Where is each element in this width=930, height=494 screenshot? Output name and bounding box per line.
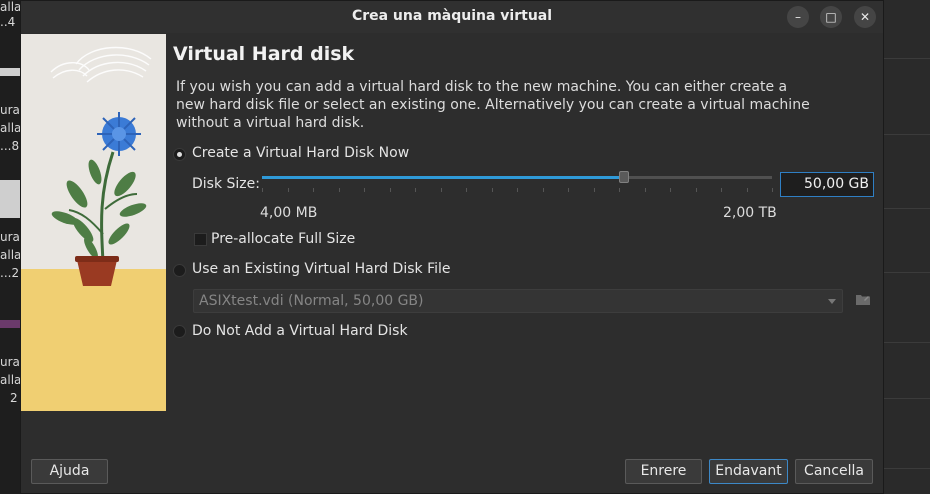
slider-tick bbox=[262, 188, 263, 192]
background-window-right bbox=[884, 0, 930, 494]
slider-tick bbox=[772, 188, 773, 192]
bg-divider bbox=[884, 208, 930, 209]
background-window-left: alla ..4 ura alla ...8 ura alla ...2 ura… bbox=[0, 0, 20, 494]
maximize-button[interactable]: □ bbox=[820, 6, 842, 28]
chevron-down-icon bbox=[828, 299, 836, 304]
slider-tick bbox=[440, 188, 442, 192]
existing-disk-select[interactable]: ASIXtest.vdi (Normal, 50,00 GB) bbox=[193, 289, 843, 313]
bg-text: alla bbox=[0, 121, 20, 135]
slider-tick bbox=[287, 188, 289, 192]
slider-tick bbox=[415, 188, 416, 192]
slider-tick bbox=[670, 188, 671, 192]
bg-text: 2 bbox=[10, 391, 18, 405]
slider-tick bbox=[313, 188, 314, 192]
disk-size-slider[interactable] bbox=[262, 176, 772, 179]
minimize-button[interactable]: – bbox=[787, 6, 809, 28]
slider-tick bbox=[721, 188, 722, 192]
bg-divider bbox=[884, 272, 930, 273]
bg-divider bbox=[884, 58, 930, 59]
bg-text: ..4 bbox=[0, 15, 16, 29]
bg-text: ...8 bbox=[0, 139, 20, 153]
bg-divider bbox=[884, 468, 930, 469]
bg-text: ura bbox=[0, 355, 20, 369]
slider-tick bbox=[619, 188, 620, 192]
disk-size-slider-handle[interactable] bbox=[619, 171, 630, 183]
bg-thumbnail bbox=[0, 68, 20, 76]
slider-tick bbox=[568, 188, 569, 192]
disk-size-label: Disk Size: bbox=[192, 176, 260, 192]
next-button[interactable]: Endavant bbox=[709, 459, 788, 484]
disk-size-input[interactable]: 50,00 GB bbox=[780, 172, 874, 197]
no-disk-label[interactable]: Do Not Add a Virtual Hard Disk bbox=[192, 323, 408, 339]
help-button[interactable]: Ajuda bbox=[31, 459, 108, 484]
bg-thumbnail bbox=[0, 180, 20, 218]
slider-tick bbox=[517, 188, 518, 192]
slider-tick bbox=[746, 188, 748, 192]
slider-tick bbox=[542, 188, 544, 192]
bg-divider bbox=[884, 398, 930, 399]
preallocate-label[interactable]: Pre-allocate Full Size bbox=[211, 231, 355, 247]
slider-tick bbox=[466, 188, 467, 192]
slider-tick bbox=[644, 188, 646, 192]
create-disk-radio[interactable] bbox=[173, 148, 186, 161]
no-disk-radio[interactable] bbox=[173, 325, 186, 338]
folder-icon[interactable] bbox=[856, 293, 870, 305]
disk-size-max-label: 2,00 TB bbox=[723, 205, 777, 221]
bg-divider bbox=[884, 342, 930, 343]
wizard-illustration bbox=[21, 34, 166, 411]
title-bar[interactable]: Crea una màquina virtual – □ ✕ bbox=[21, 1, 883, 33]
bg-divider bbox=[884, 134, 930, 135]
bg-text: alla bbox=[0, 0, 20, 14]
use-existing-label[interactable]: Use an Existing Virtual Hard Disk File bbox=[192, 261, 451, 277]
disk-size-min-label: 4,00 MB bbox=[260, 205, 318, 221]
existing-disk-value: ASIXtest.vdi (Normal, 50,00 GB) bbox=[199, 293, 424, 309]
slider-tick bbox=[695, 188, 697, 192]
create-vm-dialog: Crea una màquina virtual – □ ✕ Virtual H… bbox=[20, 0, 884, 494]
bg-text: ura bbox=[0, 103, 20, 117]
bg-text: alla bbox=[0, 373, 20, 387]
slider-tick bbox=[389, 188, 391, 192]
bg-text: ...2 bbox=[0, 266, 20, 280]
window-title: Crea una màquina virtual bbox=[351, 8, 553, 24]
cancel-button[interactable]: Cancella bbox=[795, 459, 873, 484]
close-button[interactable]: ✕ bbox=[854, 6, 876, 28]
slider-tick bbox=[364, 188, 365, 192]
page-title: Virtual Hard disk bbox=[173, 43, 355, 65]
use-existing-radio[interactable] bbox=[173, 264, 186, 277]
page-description: If you wish you can add a virtual hard d… bbox=[176, 79, 810, 131]
bg-text: alla bbox=[0, 248, 20, 262]
slider-tick bbox=[593, 188, 595, 192]
bg-text: ura bbox=[0, 230, 20, 244]
back-button[interactable]: Enrere bbox=[625, 459, 702, 484]
slider-tick bbox=[338, 188, 340, 192]
slider-tick bbox=[491, 188, 493, 192]
create-disk-label[interactable]: Create a Virtual Hard Disk Now bbox=[192, 145, 409, 161]
preallocate-checkbox[interactable] bbox=[194, 233, 207, 246]
disk-size-slider-fill bbox=[262, 176, 625, 179]
bg-thumbnail bbox=[0, 320, 20, 328]
